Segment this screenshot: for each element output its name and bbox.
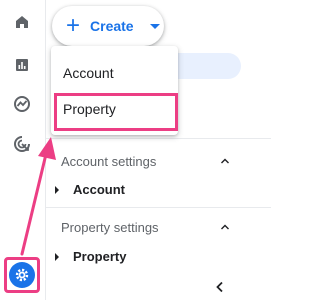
menu-item-account[interactable]: Account <box>63 65 114 81</box>
section-divider <box>46 207 271 208</box>
settings-icon[interactable] <box>9 262 35 288</box>
nav-item-account[interactable]: Account <box>55 182 125 197</box>
explore-icon[interactable] <box>8 90 36 118</box>
chevron-up-icon[interactable] <box>220 222 230 232</box>
caret-right-icon <box>55 185 59 194</box>
property-settings-heading: Property settings <box>61 220 159 235</box>
create-button[interactable]: + Create <box>52 6 164 46</box>
chevron-up-icon[interactable] <box>220 156 230 166</box>
collapse-sidebar-button[interactable] <box>212 279 228 295</box>
account-settings-heading: Account settings <box>61 154 157 169</box>
reports-icon[interactable] <box>8 51 36 79</box>
home-icon[interactable] <box>8 8 36 36</box>
chevron-left-icon <box>216 281 223 293</box>
settings-highlight-box <box>4 257 40 293</box>
nav-item-property[interactable]: Property <box>55 249 126 264</box>
advertising-icon[interactable] <box>8 130 36 158</box>
caret-right-icon <box>55 252 59 261</box>
nav-item-label: Account <box>73 182 125 197</box>
nav-item-label: Property <box>73 249 127 264</box>
property-highlight-box <box>54 93 178 131</box>
caret-down-icon[interactable] <box>149 23 160 29</box>
left-nav-rail <box>0 0 45 300</box>
plus-icon: + <box>66 12 81 39</box>
section-divider <box>46 138 271 139</box>
create-button-label: Create <box>90 18 134 34</box>
